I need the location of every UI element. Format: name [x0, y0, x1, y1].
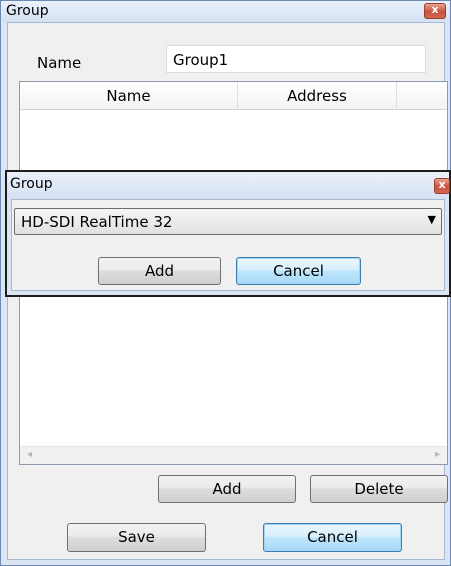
- column-header-address[interactable]: Address: [238, 82, 397, 109]
- add-button[interactable]: Add: [158, 475, 296, 503]
- table-header: Name Address: [20, 82, 447, 110]
- scroll-left-icon[interactable]: ◂: [27, 449, 32, 460]
- device-select[interactable]: HD-SDI RealTime 32 ▼: [14, 208, 442, 235]
- delete-button[interactable]: Delete: [310, 475, 448, 503]
- horizontal-scrollbar[interactable]: ◂ ▸: [20, 446, 447, 464]
- name-label: Name: [37, 54, 82, 72]
- close-icon: x: [431, 3, 439, 16]
- dialog-close-button[interactable]: x: [434, 178, 450, 194]
- title-bar[interactable]: Group x: [1, 1, 450, 22]
- device-select-value: HD-SDI RealTime 32: [21, 213, 173, 231]
- column-header-name[interactable]: Name: [20, 82, 238, 109]
- dialog-cancel-button[interactable]: Cancel: [236, 257, 361, 285]
- save-button[interactable]: Save: [67, 523, 206, 552]
- cancel-button[interactable]: Cancel: [263, 523, 402, 552]
- dialog-add-button[interactable]: Add: [98, 257, 221, 285]
- close-icon: x: [438, 178, 446, 191]
- dialog-title-bar[interactable]: Group x: [7, 172, 450, 199]
- dialog-title: Group: [10, 176, 53, 192]
- close-button[interactable]: x: [424, 3, 446, 19]
- window-title: Group: [6, 3, 49, 19]
- name-input[interactable]: Group1: [166, 45, 426, 73]
- chevron-down-icon[interactable]: ▼: [428, 213, 436, 226]
- scroll-right-icon[interactable]: ▸: [435, 449, 440, 460]
